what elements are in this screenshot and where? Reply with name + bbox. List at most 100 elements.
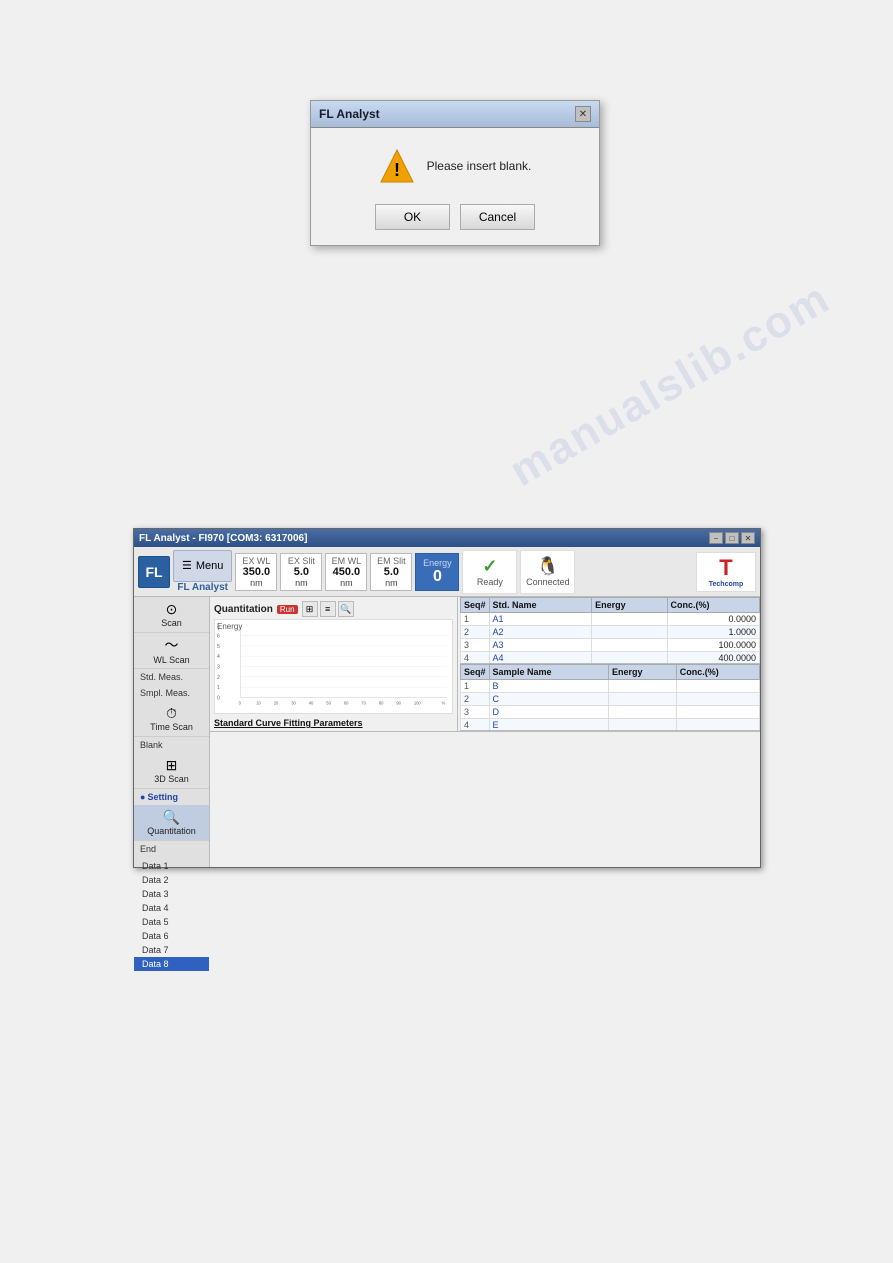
menu-button[interactable]: ☰ Menu [173, 550, 232, 582]
std-col-seq: Seq# [461, 598, 490, 613]
ex-slit-group: EX Slit 5.0 nm [280, 553, 322, 591]
data-item-8[interactable]: Data 8 [134, 957, 209, 971]
seq-cell: 4 [461, 652, 490, 665]
sidebar: ⊙ Scan 〜 WL Scan Std. Meas. Smpl. Meas. … [134, 597, 210, 867]
data-item-3[interactable]: Data 3 [134, 887, 209, 901]
setting-dot-icon: ● [140, 792, 145, 802]
table-row[interactable]: 2 A2 1.0000 [461, 626, 760, 639]
dialog-close-button[interactable]: ✕ [575, 106, 591, 122]
em-wl-unit: nm [340, 578, 353, 588]
3d-scan-icon: ⊞ [166, 757, 178, 774]
std-table-container: Seq# Std. Name Energy Conc.(%) 1 A1 0.00… [460, 597, 760, 664]
chart-svg: 0 1 2 3 4 5 6 7 0 10 20 30 [215, 620, 452, 713]
sidebar-item-3d-scan[interactable]: ⊞ 3D Scan [134, 753, 209, 789]
name-cell: A2 [489, 626, 592, 639]
sidebar-item-quantitation[interactable]: 🔍 Quantitation [134, 805, 209, 841]
em-slit-unit: nm [385, 578, 398, 588]
svg-text:60: 60 [344, 701, 349, 706]
smp-col-energy: Energy [608, 665, 676, 680]
table-row[interactable]: 1 A1 0.0000 [461, 613, 760, 626]
data-item-6[interactable]: Data 6 [134, 929, 209, 943]
connected-button[interactable]: 🐧 Connected [520, 550, 575, 594]
seq-cell: 2 [461, 626, 490, 639]
minimize-button[interactable]: − [709, 532, 723, 544]
dialog-box: FL Analyst ✕ ! Please insert blank. OK C… [310, 100, 600, 246]
svg-text:2: 2 [217, 675, 220, 681]
conc-cell: 100.0000 [667, 639, 760, 652]
svg-text:4: 4 [217, 654, 220, 660]
data-item-5[interactable]: Data 5 [134, 915, 209, 929]
seq-cell: 2 [461, 693, 490, 706]
wl-scan-icon: 〜 [165, 635, 179, 655]
ex-slit-value: 5.0 [294, 566, 309, 578]
content-top: Quantitation Run ⊞ ≡ 🔍 Energy [210, 597, 760, 732]
svg-text:50: 50 [326, 701, 331, 706]
main-content: Quantitation Run ⊞ ≡ 🔍 Energy [210, 597, 760, 867]
panel-tool-zoom[interactable]: 🔍 [338, 601, 354, 617]
sidebar-item-end[interactable]: End [134, 841, 209, 857]
energy-value: 0 [433, 568, 442, 586]
svg-text:6: 6 [217, 634, 220, 640]
table-row[interactable]: 3 A3 100.0000 [461, 639, 760, 652]
energy-cell [608, 680, 676, 693]
energy-cell [592, 639, 667, 652]
dialog-message: Please insert blank. [427, 159, 532, 173]
connected-label: Connected [526, 577, 570, 587]
setting-label: Setting [147, 792, 178, 802]
ready-button[interactable]: ✓ Ready [462, 550, 517, 594]
sidebar-item-wl-scan[interactable]: 〜 WL Scan [134, 633, 209, 669]
data-item-7[interactable]: Data 7 [134, 943, 209, 957]
menu-label: Menu [196, 560, 224, 572]
smp-col-name: Sample Name [489, 665, 608, 680]
sidebar-item-blank[interactable]: Blank [134, 737, 209, 753]
seq-cell: 4 [461, 719, 490, 732]
sidebar-item-setting[interactable]: ● Setting [134, 789, 209, 805]
sidebar-item-smpl-meas[interactable]: Smpl. Meas. [134, 685, 209, 701]
em-slit-group: EM Slit 5.0 nm [370, 553, 412, 591]
data-item-4[interactable]: Data 4 [134, 901, 209, 915]
3d-scan-label: 3D Scan [154, 775, 189, 785]
ready-label: Ready [477, 577, 503, 587]
svg-text:1: 1 [217, 685, 220, 691]
app-body: ⊙ Scan 〜 WL Scan Std. Meas. Smpl. Meas. … [134, 597, 760, 867]
table-row[interactable]: 4 E [461, 719, 760, 732]
energy-group: Energy 0 [415, 553, 459, 591]
panel-tool-table[interactable]: ≡ [320, 601, 336, 617]
panel-tool-grid[interactable]: ⊞ [302, 601, 318, 617]
quant-chart-panel: Quantitation Run ⊞ ≡ 🔍 Energy [210, 597, 458, 731]
panel-toolbar: ⊞ ≡ 🔍 [302, 601, 354, 617]
dialog-body: ! Please insert blank. OK Cancel [311, 128, 599, 245]
energy-cell [608, 706, 676, 719]
logo-button[interactable]: FL [138, 556, 170, 588]
dialog-ok-button[interactable]: OK [375, 204, 450, 230]
scan-icon: ⊙ [166, 601, 178, 618]
dialog-content-row: ! Please insert blank. [379, 148, 532, 184]
std-col-name: Std. Name [489, 598, 592, 613]
em-wl-value: 450.0 [333, 566, 361, 578]
seq-cell: 3 [461, 639, 490, 652]
close-button[interactable]: ✕ [741, 532, 755, 544]
sidebar-item-time-scan[interactable]: ⏱ Time Scan [134, 701, 209, 737]
quantitation-icon: 🔍 [163, 809, 180, 826]
sidebar-item-scan[interactable]: ⊙ Scan [134, 597, 209, 633]
ex-slit-unit: nm [295, 578, 308, 588]
data-item-2[interactable]: Data 2 [134, 873, 209, 887]
table-row[interactable]: 4 A4 400.0000 [461, 652, 760, 665]
dialog-cancel-button[interactable]: Cancel [460, 204, 535, 230]
chart-y-label: Energy [217, 622, 242, 631]
sidebar-item-std-meas[interactable]: Std. Meas. [134, 669, 209, 685]
data-list: Data 1 Data 2 Data 3 Data 4 Data 5 Data … [134, 857, 209, 973]
watermark: manualslib.com [502, 273, 839, 497]
std-col-conc: Conc.(%) [667, 598, 760, 613]
seq-cell: 1 [461, 613, 490, 626]
wl-scan-label: WL Scan [153, 656, 189, 666]
table-row[interactable]: 2 C [461, 693, 760, 706]
maximize-button[interactable]: □ [725, 532, 739, 544]
table-row[interactable]: 3 D [461, 706, 760, 719]
svg-text:!: ! [394, 160, 400, 180]
app-window: FL Analyst - FI970 [COM3: 6317006] − □ ✕… [133, 528, 761, 868]
end-label: End [140, 844, 156, 854]
data-item-1[interactable]: Data 1 [134, 859, 209, 873]
app-window-controls: − □ ✕ [709, 532, 755, 544]
table-row[interactable]: 1 B [461, 680, 760, 693]
